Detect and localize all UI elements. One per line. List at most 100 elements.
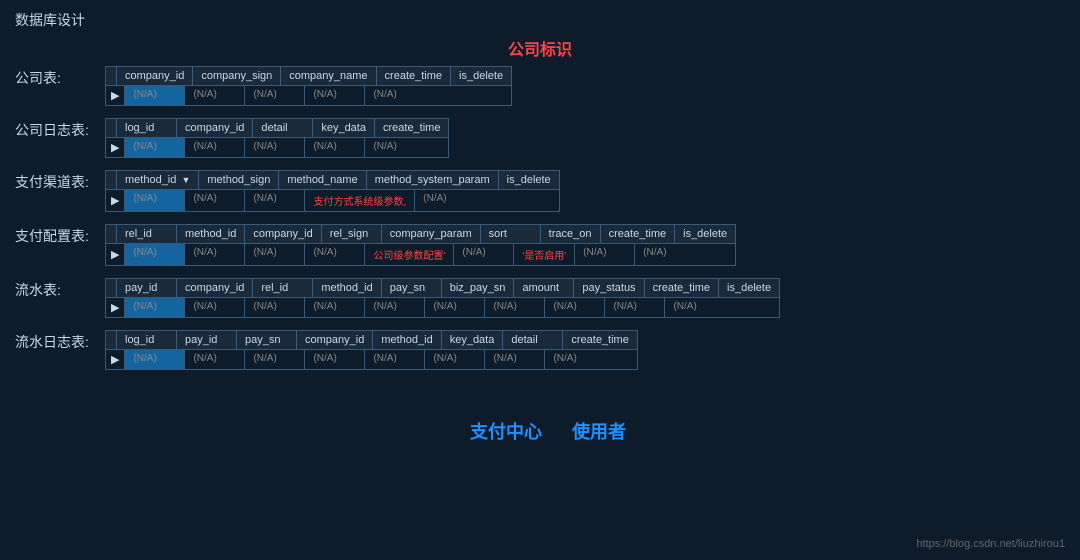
overlay-labels: 支付中心 使用者 (470, 418, 626, 444)
data-config-company_id: (N/A) (245, 244, 305, 265)
data-row-company: ▶ (N/A) (N/A) (N/A) (N/A) (N/A) (106, 86, 511, 105)
data-channel-is_delete: (N/A) (415, 190, 475, 211)
row-arrow-flow-log: ▶ (106, 350, 125, 369)
table-row-flow-log: 流水日志表: log_id pay_id pay_sn company_id m… (15, 330, 1065, 370)
data-fl-pay_sn: (N/A) (245, 350, 305, 369)
data-row-company-log: ▶ (N/A) (N/A) (N/A) (N/A) (N/A) (106, 138, 448, 157)
table-header-company-log: log_id company_id detail key_data create… (106, 119, 448, 138)
col-fl-key_data: key_data (442, 331, 504, 349)
col-fl-pay_id: pay_id (177, 331, 237, 349)
data-company_name: (N/A) (245, 86, 305, 105)
label-flow-log: 流水日志表: (15, 330, 105, 352)
col-config-create_time: create_time (601, 225, 675, 243)
table-row-payment-config: 支付配置表: rel_id method_id company_id rel_s… (15, 224, 1065, 266)
row-arrow-flow: ▶ (106, 298, 125, 317)
col-log_id: log_id (117, 119, 177, 137)
row-arrow-log: ▶ (106, 138, 125, 157)
col-rel_id: rel_id (117, 225, 177, 243)
col-biz_pay_sn: biz_pay_sn (442, 279, 515, 297)
data-log_id: (N/A) (125, 138, 185, 157)
data-flow-rel_id: (N/A) (245, 298, 305, 317)
col-config-method_id: method_id (177, 225, 245, 243)
company-label-container: 公司标识 (0, 36, 1080, 60)
table-payment-config: rel_id method_id company_id rel_sign com… (105, 224, 736, 266)
data-amount: (N/A) (485, 298, 545, 317)
data-company_sign: (N/A) (185, 86, 245, 105)
col-company_id: company_id (117, 67, 193, 85)
col-log-create_time: create_time (375, 119, 448, 137)
col-company_name: company_name (281, 67, 376, 85)
pay-center-label: 支付中心 (470, 418, 542, 444)
data-fl-log_id: (N/A) (125, 350, 185, 369)
data-sort: (N/A) (454, 244, 514, 265)
arrow-cell-config (106, 225, 117, 243)
col-flow-create_time: create_time (645, 279, 719, 297)
col-flow-rel_id: rel_id (253, 279, 313, 297)
col-company_param: company_param (382, 225, 481, 243)
data-config-method_id: (N/A) (185, 244, 245, 265)
data-biz_pay_sn: (N/A) (425, 298, 485, 317)
label-payment-config: 支付配置表: (15, 224, 105, 246)
table-row-company: 公司表: company_id company_sign company_nam… (15, 66, 1065, 106)
arrow-cell-flow-log (106, 331, 117, 349)
data-pay_sn: (N/A) (365, 298, 425, 317)
data-log-key_data: (N/A) (305, 138, 365, 157)
data-company_id: (N/A) (125, 86, 185, 105)
table-header-payment-channel: method_id ▼ method_sign method_name meth… (106, 171, 559, 190)
col-fl-pay_sn: pay_sn (237, 331, 297, 349)
label-company-log: 公司日志表: (15, 118, 105, 140)
data-row-flow: ▶ (N/A) (N/A) (N/A) (N/A) (N/A) (N/A) (N… (106, 298, 779, 317)
data-method_id: (N/A) (125, 190, 185, 211)
data-config-create_time: (N/A) (575, 244, 635, 265)
col-pay_id: pay_id (117, 279, 177, 297)
col-config-is_delete: is_delete (675, 225, 735, 243)
arrow-cell-channel (106, 171, 117, 189)
table-header-flow-log: log_id pay_id pay_sn company_id method_i… (106, 331, 637, 350)
data-row-payment-channel: ▶ (N/A) (N/A) (N/A) 支付方式系统级参数, (N/A) (106, 190, 559, 211)
data-create_time: (N/A) (305, 86, 365, 105)
data-fl-create_time: (N/A) (545, 350, 605, 369)
table-flow: pay_id company_id rel_id method_id pay_s… (105, 278, 780, 318)
table-header-company: company_id company_sign company_name cre… (106, 67, 511, 86)
data-flow-create_time: (N/A) (605, 298, 665, 317)
col-config-company_id: company_id (245, 225, 321, 243)
data-method_system_param: 支付方式系统级参数, (305, 190, 415, 211)
table-company: company_id company_sign company_name cre… (105, 66, 512, 106)
footer-url: https://blog.csdn.net/liuzhirou1 (916, 538, 1065, 550)
col-channel-is_delete: is_delete (499, 171, 559, 189)
row-arrow-config: ▶ (106, 244, 125, 265)
col-flow-method_id: method_id (313, 279, 381, 297)
content-area: 公司表: company_id company_sign company_nam… (0, 66, 1080, 370)
label-company: 公司表: (15, 66, 105, 88)
col-log-company_id: company_id (177, 119, 253, 137)
col-rel_sign: rel_sign (322, 225, 382, 243)
data-fl-key_data: (N/A) (425, 350, 485, 369)
user-label: 使用者 (572, 418, 626, 444)
col-company_sign: company_sign (193, 67, 281, 85)
col-method_name: method_name (279, 171, 366, 189)
data-method_sign: (N/A) (185, 190, 245, 211)
data-is_delete: (N/A) (365, 86, 425, 105)
col-amount: amount (514, 279, 574, 297)
data-company_param: 公司级参数配置' (365, 244, 454, 265)
col-is_delete: is_delete (451, 67, 511, 85)
data-fl-pay_id: (N/A) (185, 350, 245, 369)
data-flow-company_id: (N/A) (185, 298, 245, 317)
arrow-cell (106, 67, 117, 85)
table-header-flow: pay_id company_id rel_id method_id pay_s… (106, 279, 779, 298)
data-fl-detail: (N/A) (485, 350, 545, 369)
col-pay_status: pay_status (574, 279, 644, 297)
col-detail: detail (253, 119, 313, 137)
col-flow-company_id: company_id (177, 279, 253, 297)
table-payment-channel: method_id ▼ method_sign method_name meth… (105, 170, 560, 212)
col-create_time: create_time (377, 67, 451, 85)
table-header-payment-config: rel_id method_id company_id rel_sign com… (106, 225, 735, 244)
col-flow-is_delete: is_delete (719, 279, 779, 297)
label-flow: 流水表: (15, 278, 105, 300)
col-key_data: key_data (313, 119, 375, 137)
data-log-detail: (N/A) (245, 138, 305, 157)
label-payment-channel: 支付渠道表: (15, 170, 105, 192)
data-method_name: (N/A) (245, 190, 305, 211)
row-arrow: ▶ (106, 86, 125, 105)
col-sort: sort (481, 225, 541, 243)
